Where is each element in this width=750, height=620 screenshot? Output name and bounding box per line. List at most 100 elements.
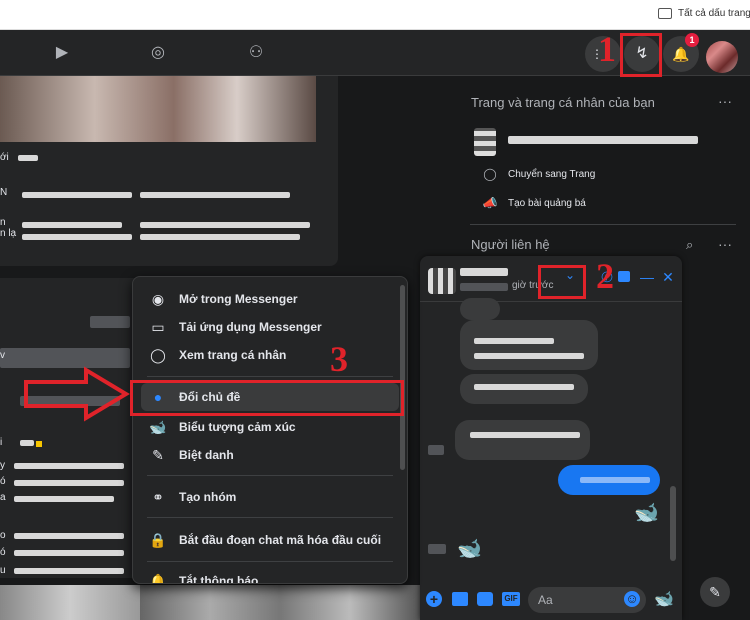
- notification-count-badge: 1: [685, 33, 699, 47]
- menu-item-label: Tạo nhóm: [179, 490, 237, 504]
- menu-item-label: Tải ứng dụng Messenger: [179, 320, 322, 334]
- menu-item-view-profile[interactable]: ◯ Xem trang cá nhân: [141, 341, 399, 369]
- blurred-text: [474, 384, 574, 390]
- groups-icon[interactable]: ◎: [148, 43, 168, 63]
- page-avatar[interactable]: [474, 128, 496, 156]
- blurred-text: [580, 477, 650, 483]
- annotation-box-theme: [130, 380, 404, 416]
- menu-scrollbar[interactable]: [400, 285, 405, 470]
- close-icon[interactable]: ✕: [659, 268, 677, 286]
- bell-icon: 🔔: [149, 572, 167, 584]
- pencil-icon: ✎: [152, 446, 164, 463]
- menu-item-label: Mở trong Messenger: [179, 292, 298, 306]
- video-call-icon[interactable]: [618, 271, 630, 282]
- blurred-text: [14, 463, 124, 469]
- emoji-icon[interactable]: ☺: [624, 591, 640, 607]
- feed-text: a: [0, 492, 6, 503]
- blurred-text: [18, 155, 38, 161]
- blurred-text: [14, 480, 124, 486]
- whale-emoji: 🐋: [634, 502, 659, 524]
- menu-divider: [147, 561, 393, 562]
- blurred-text: [14, 533, 124, 539]
- watch-icon[interactable]: ▶: [52, 43, 72, 63]
- photo-icon[interactable]: [452, 592, 468, 606]
- blurred-text: [140, 192, 290, 198]
- feed-text: i: [0, 437, 3, 448]
- chat-scrollbar[interactable]: [670, 486, 676, 561]
- feed-photo[interactable]: [140, 585, 420, 620]
- feed-text: o: [0, 530, 6, 541]
- blurred-text: [470, 432, 580, 438]
- blurred-page-name[interactable]: [508, 136, 698, 144]
- menu-item-open-messenger[interactable]: ◉ Mở trong Messenger: [141, 285, 399, 313]
- feed-text: n lạ: [0, 228, 17, 239]
- blurred-text: [22, 192, 132, 198]
- account-avatar[interactable]: [706, 41, 738, 73]
- folder-icon[interactable]: [658, 8, 672, 19]
- new-message-icon[interactable]: ✎: [700, 577, 730, 607]
- sticker-icon[interactable]: [477, 592, 493, 606]
- feed-text: v: [0, 350, 5, 361]
- chat-options-menu: ◉ Mở trong Messenger ▭ Tải ứng dụng Mess…: [132, 276, 408, 584]
- divider: [470, 224, 736, 225]
- annotation-box-messenger: [620, 33, 662, 77]
- blurred-text: [22, 222, 122, 228]
- chat-contact-avatar[interactable]: [428, 268, 456, 294]
- menu-item-nicknames[interactable]: ✎ Biệt danh: [141, 441, 399, 469]
- bookmark-bar: [0, 0, 750, 30]
- whale-send-icon[interactable]: 🐋: [654, 589, 674, 609]
- blurred-text: [90, 316, 130, 328]
- blurred-text: [14, 550, 124, 556]
- whale-icon: 🐋: [149, 418, 167, 435]
- menu-item-download-messenger[interactable]: ▭ Tải ứng dụng Messenger: [141, 313, 399, 341]
- create-promotion-link[interactable]: Tạo bài quảng bá: [508, 198, 586, 209]
- feed-text: y: [0, 460, 5, 471]
- group-icon: ⚭: [152, 488, 164, 505]
- menu-item-label: Xem trang cá nhân: [179, 348, 287, 362]
- blurred-avatar: [428, 544, 446, 554]
- blurred-avatar: [428, 445, 444, 455]
- lock-icon: 🔒: [149, 531, 167, 548]
- profile-icon: ◯: [150, 346, 166, 363]
- more-options-icon[interactable]: ···: [718, 93, 732, 109]
- feed-text: ới: [0, 152, 9, 163]
- switch-to-page-link[interactable]: Chuyển sang Trang: [508, 169, 595, 180]
- gaming-icon[interactable]: ⚇: [246, 43, 266, 63]
- menu-item-mute-notifications[interactable]: 🔔 Tắt thông báo: [141, 567, 399, 584]
- menu-divider: [147, 376, 393, 377]
- feed-post-image[interactable]: [0, 76, 316, 142]
- feed-text: u: [0, 565, 6, 576]
- search-icon[interactable]: ⌕: [686, 237, 693, 253]
- annotation-number-2: 2: [596, 256, 614, 296]
- blurred-contact-name[interactable]: [460, 268, 508, 276]
- menu-item-create-group[interactable]: ⚭ Tạo nhóm: [141, 483, 399, 511]
- annotation-arrow: [24, 366, 130, 422]
- plus-icon[interactable]: +: [426, 591, 442, 607]
- menu-divider: [147, 475, 393, 476]
- gif-icon[interactable]: GIF: [502, 592, 520, 606]
- feed-text: ó: [0, 547, 6, 558]
- more-options-icon[interactable]: ···: [718, 236, 732, 252]
- feed-photo[interactable]: [0, 585, 140, 620]
- minimize-icon[interactable]: —: [638, 268, 656, 286]
- menu-item-label: Biểu tượng cảm xúc: [179, 420, 296, 434]
- message-bubble: [460, 320, 598, 370]
- blurred-emoji: [36, 441, 42, 447]
- annotation-number-3: 3: [330, 339, 348, 379]
- message-bubble: [455, 420, 590, 460]
- all-bookmarks-link[interactable]: Tất cả dấu trang: [678, 8, 750, 19]
- blurred-text: [14, 568, 124, 574]
- menu-item-encrypted-chat[interactable]: 🔒 Bắt đầu đoạn chat mã hóa đầu cuối: [141, 526, 399, 554]
- menu-item-label: Bắt đầu đoạn chat mã hóa đầu cuối: [179, 533, 382, 547]
- blurred-text: [140, 234, 300, 240]
- annotation-number-1: 1: [598, 29, 616, 69]
- menu-item-emoji[interactable]: 🐋 Biểu tượng cảm xúc: [141, 413, 399, 441]
- messenger-icon: ◉: [151, 290, 165, 307]
- menu-item-label: Biệt danh: [179, 448, 234, 462]
- contacts-section-title: Người liên hệ: [471, 237, 550, 252]
- blurred-text: [14, 496, 114, 502]
- megaphone-icon: 📣: [482, 196, 498, 210]
- annotation-box-chevron: [538, 265, 586, 299]
- menu-divider: [147, 517, 393, 518]
- blurred-text: [20, 440, 34, 446]
